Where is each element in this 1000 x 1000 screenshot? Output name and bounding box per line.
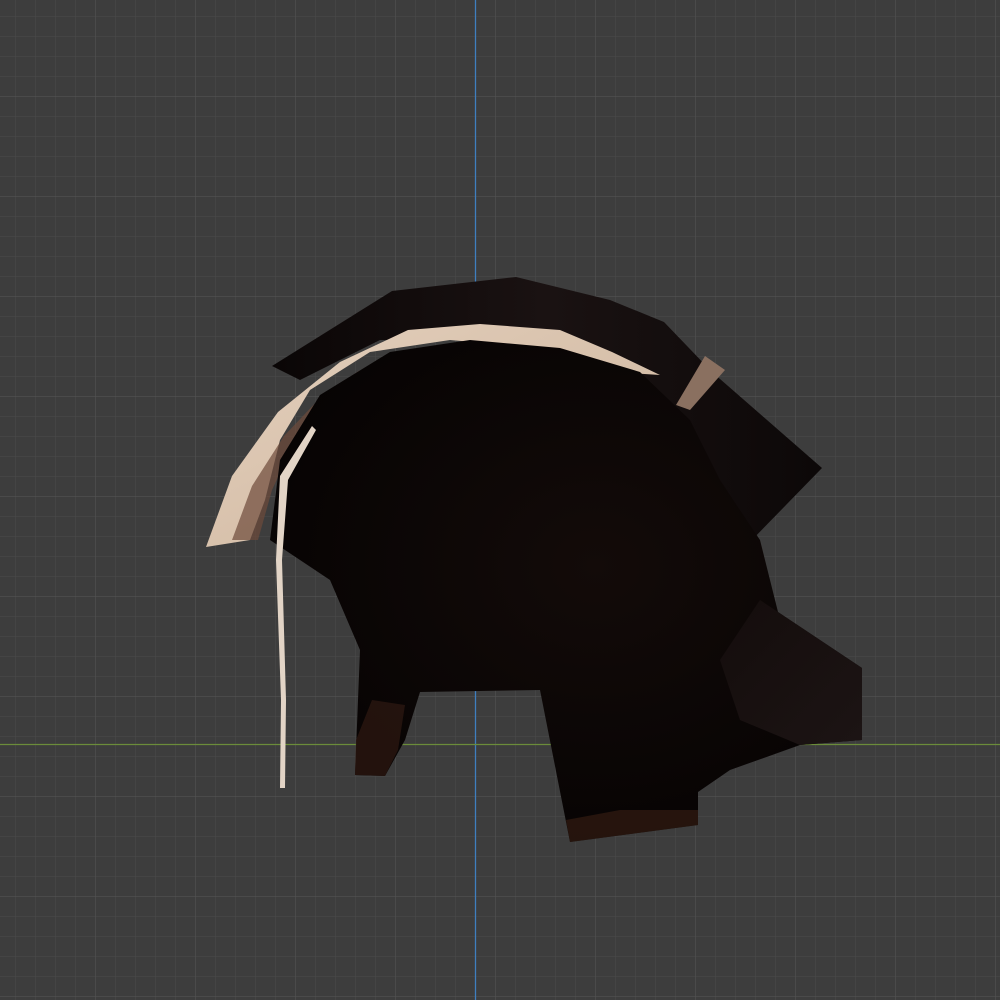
hair-mesh[interactable] bbox=[0, 0, 1000, 1000]
3d-viewport[interactable] bbox=[0, 0, 1000, 1000]
